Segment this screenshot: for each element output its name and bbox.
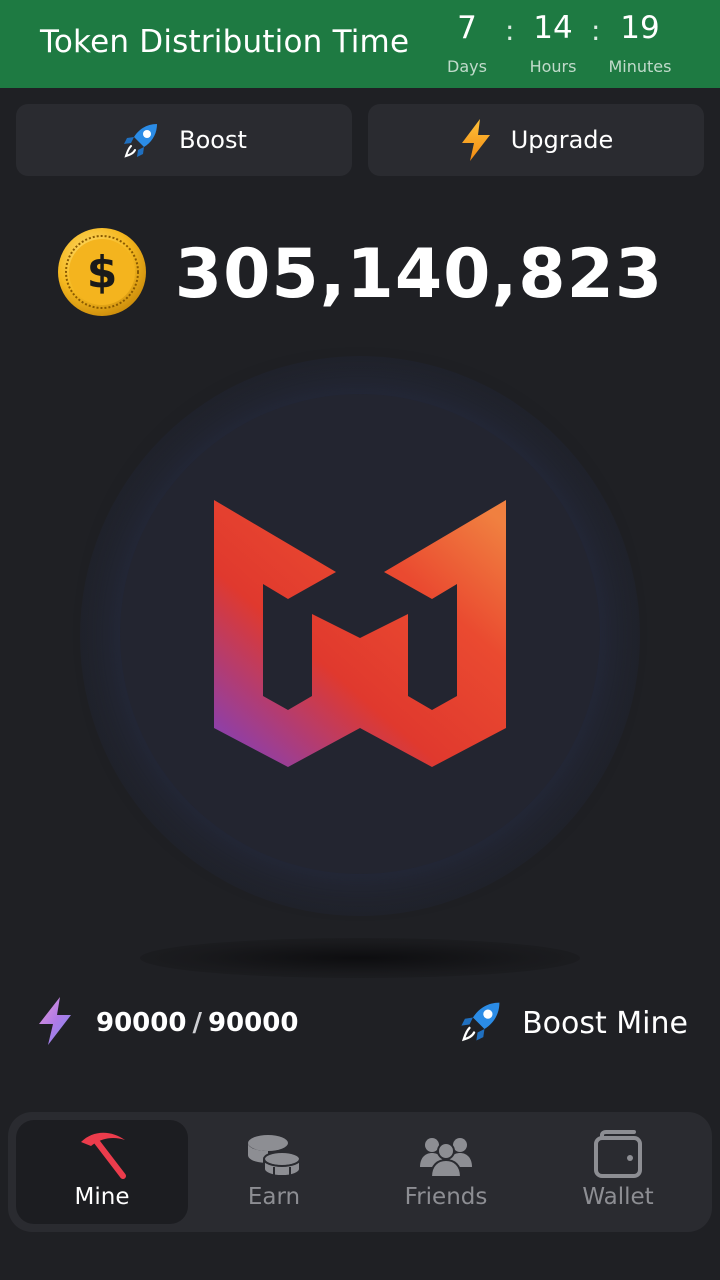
lightning-icon	[459, 118, 493, 162]
boost-mine-button[interactable]: Boost Mine	[458, 998, 688, 1048]
rocket-icon	[121, 120, 161, 160]
nav-item-label: Earn	[247, 1184, 301, 1210]
countdown-minutes-value: 19	[620, 10, 660, 46]
balance-value: 305,140,823	[174, 234, 664, 314]
boost-button-label: Boost	[179, 126, 247, 154]
svg-text:$: $	[86, 247, 117, 298]
upgrade-button-label: Upgrade	[510, 126, 614, 154]
nav-item-label: Wallet	[582, 1184, 654, 1210]
energy-indicator: 90000/90000	[36, 996, 298, 1050]
boost-button[interactable]: Boost	[16, 104, 352, 176]
mine-tap-button[interactable]	[120, 394, 600, 874]
wallet-icon	[593, 1128, 643, 1182]
countdown-days-value: 7	[457, 10, 477, 46]
pickaxe-icon	[75, 1128, 129, 1182]
boost-mine-label: Boost Mine	[522, 1005, 688, 1041]
energy-value: 90000/90000	[96, 1008, 298, 1038]
countdown-minutes-label: Minutes	[608, 57, 672, 76]
coins-icon	[246, 1128, 302, 1182]
rocket-icon	[458, 998, 504, 1048]
energy-current: 90000	[96, 1008, 187, 1038]
energy-max: 90000	[207, 1008, 299, 1038]
nav-item-friends[interactable]: Friends	[360, 1120, 532, 1224]
upgrade-button[interactable]: Upgrade	[368, 104, 704, 176]
energy-separator: /	[192, 1008, 202, 1038]
nav-item-wallet[interactable]: Wallet	[532, 1120, 704, 1224]
friends-icon	[418, 1128, 474, 1182]
dollar-coin-icon: $	[57, 227, 147, 321]
nav-item-mine[interactable]: Mine	[16, 1120, 188, 1224]
countdown-days-label: Days	[447, 57, 487, 76]
nav-item-earn[interactable]: Earn	[188, 1120, 360, 1224]
header-title: Token Distribution Time	[40, 24, 410, 60]
header-bar: Token Distribution Time 7 Days : 14 Hour…	[0, 0, 720, 88]
countdown-hours-value: 14	[533, 10, 573, 46]
balance-display: $ 305,140,823	[0, 226, 720, 322]
mine-shadow	[140, 938, 580, 978]
nav-item-label: Mine	[74, 1184, 130, 1210]
bottom-nav: Mine Earn Friends Wallet	[8, 1112, 712, 1232]
countdown-hours-label: Hours	[529, 57, 577, 76]
nav-item-label: Friends	[404, 1184, 488, 1210]
lightning-icon	[36, 996, 74, 1050]
